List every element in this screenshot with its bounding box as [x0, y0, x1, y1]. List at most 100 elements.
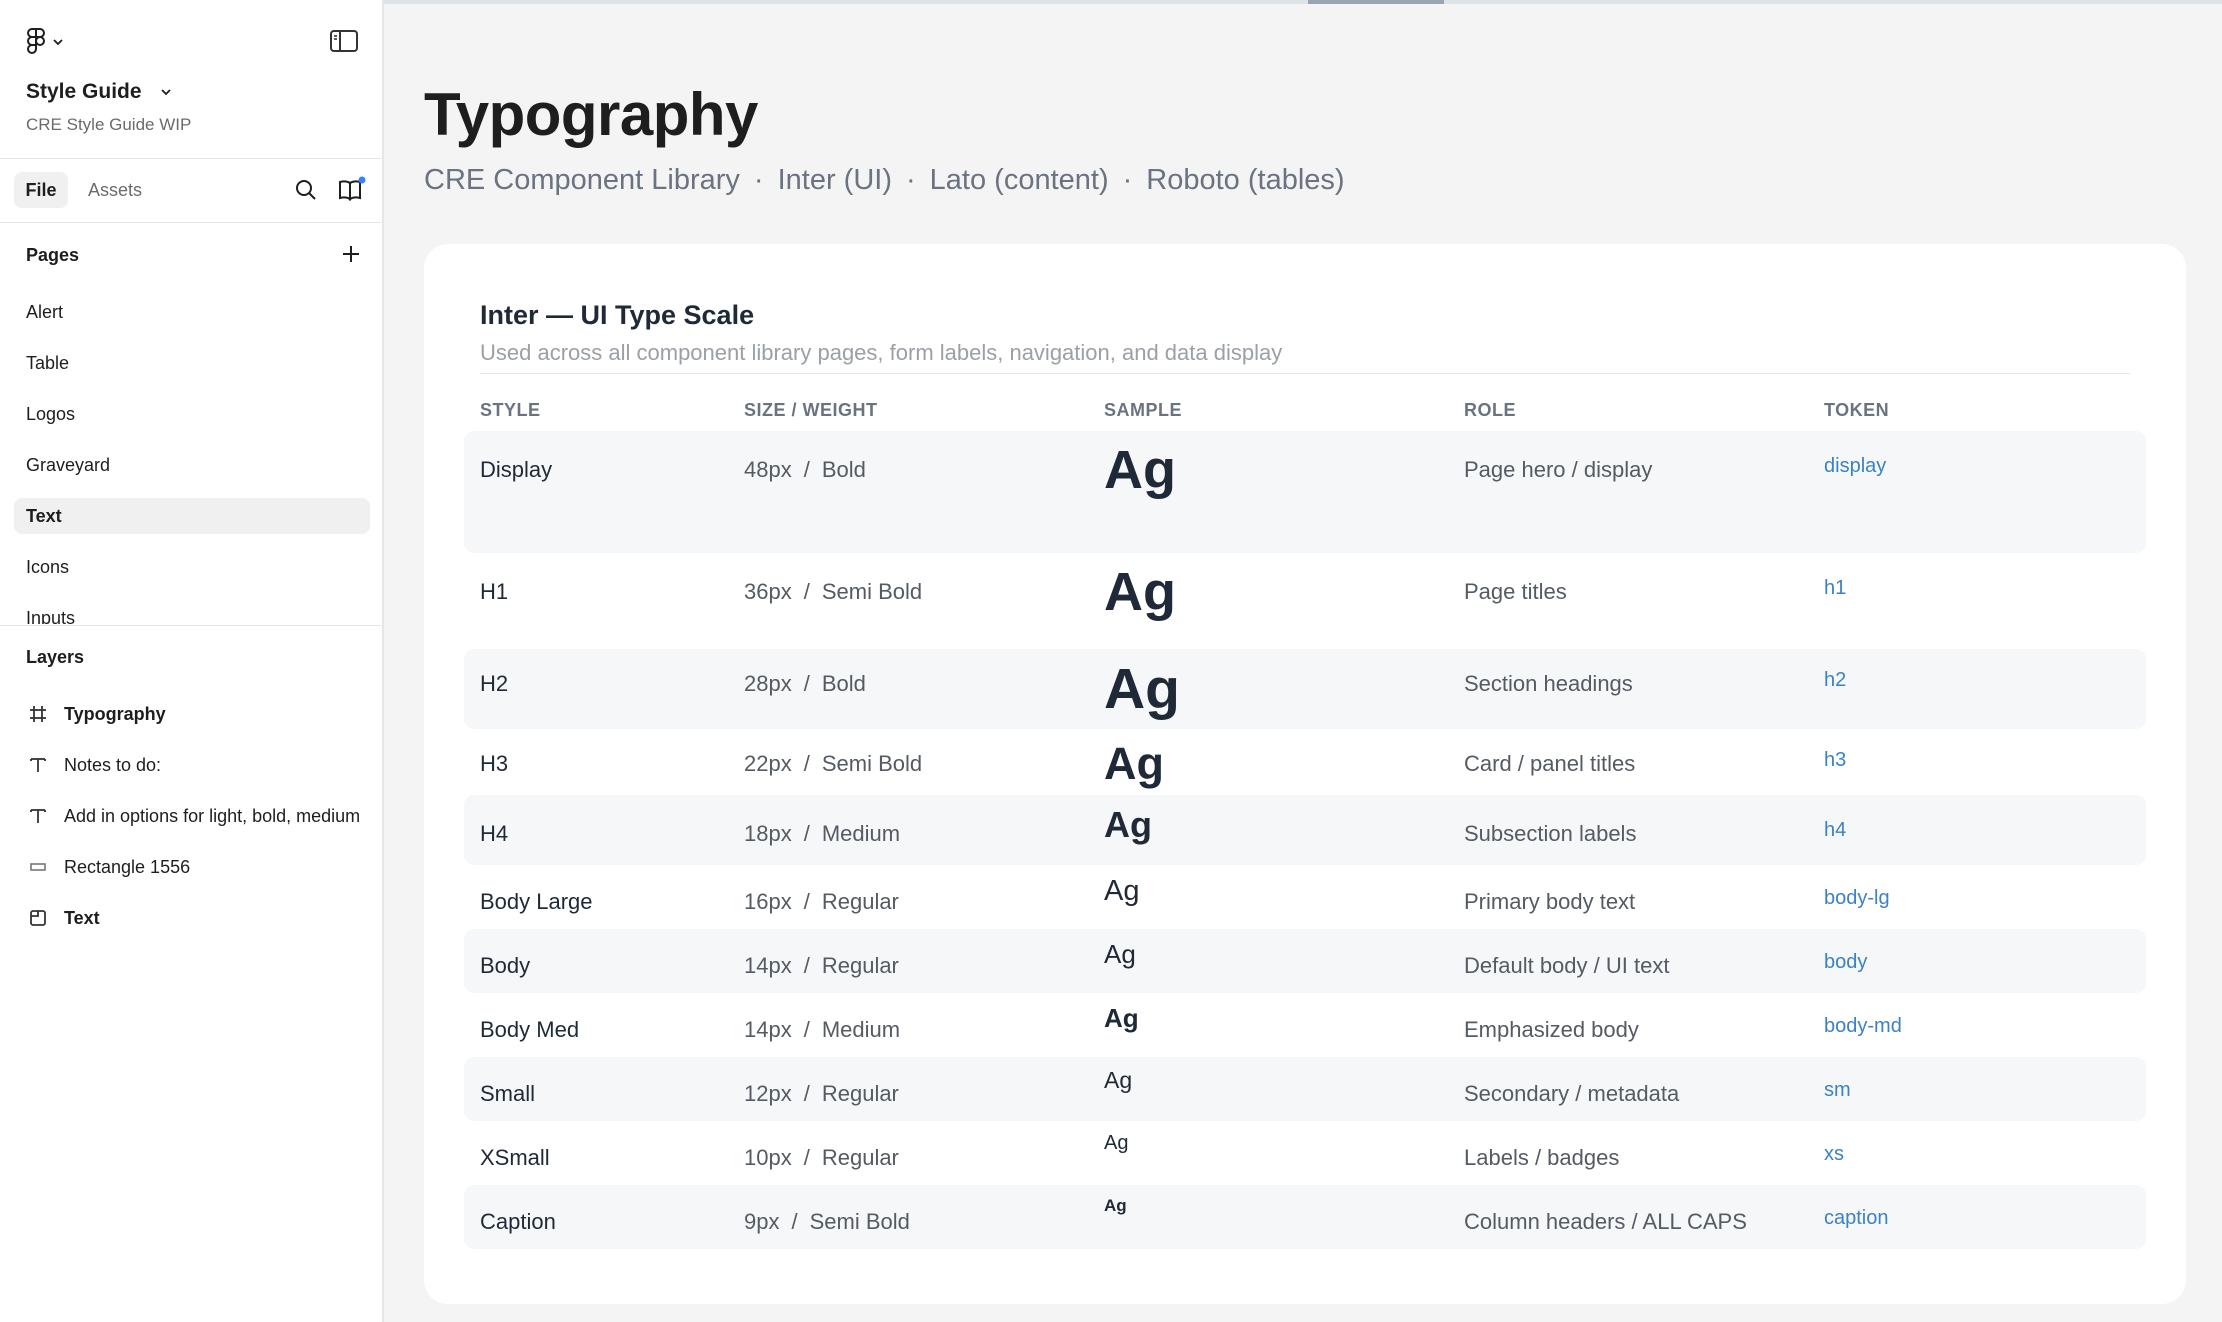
weight-value: Regular	[821, 889, 899, 914]
role-text: Page titles	[1464, 579, 1567, 604]
table-row: H2 28px / Bold Ag Section headings h2	[464, 649, 2146, 729]
page-item-inputs[interactable]: Inputs	[14, 600, 370, 625]
size-value: 9px	[744, 1209, 780, 1234]
role-text: Subsection labels	[1464, 821, 1637, 846]
toggle-sidebar-button[interactable]	[330, 30, 358, 52]
project-name: CRE Style Guide WIP	[26, 115, 192, 134]
type-sample: Ag	[1104, 1067, 1133, 1093]
page-item-graveyard[interactable]: Graveyard	[14, 447, 370, 483]
token-link[interactable]: display	[1824, 455, 1886, 478]
subtitle-part: Roboto (tables)	[1146, 164, 1345, 196]
size-weight: 9px / Semi Bold	[744, 1209, 910, 1235]
page-list: Alert Table Logos Graveyard Text Icons Inputs	[14, 294, 370, 624]
table-row: H4 18px / Medium Ag Subsection labels h4	[464, 795, 2146, 865]
size-weight: 10px / Regular	[744, 1145, 899, 1171]
type-sample: Ag	[1104, 939, 1136, 969]
type-sample: Ag	[1104, 440, 1176, 500]
size-value: 16px	[744, 889, 792, 914]
style-name: Body Med	[480, 1017, 580, 1042]
page-item-text[interactable]: Text	[14, 498, 370, 534]
page-title: Typography	[424, 81, 758, 148]
layer-label: Text	[64, 907, 100, 928]
token-link[interactable]: sm	[1824, 1079, 1851, 1102]
figma-logo-icon	[27, 28, 45, 54]
page-item-logos[interactable]: Logos	[14, 396, 370, 432]
main-menu-button[interactable]	[26, 28, 64, 56]
subtitle-part: Inter (UI)	[777, 164, 892, 196]
role-text: Section headings	[1464, 671, 1633, 696]
page-item-alert[interactable]: Alert	[14, 294, 370, 330]
layer-item[interactable]: Text	[26, 900, 382, 936]
size-weight: 18px / Medium	[744, 821, 900, 847]
layer-item[interactable]: Rectangle 1556	[26, 849, 382, 885]
weight-value: Semi Bold	[809, 1209, 910, 1234]
role-text: Page hero / display	[1464, 457, 1653, 482]
token-link[interactable]: body-md	[1824, 1015, 1902, 1038]
size-value: 22px	[744, 751, 792, 776]
role-text: Secondary / metadata	[1464, 1081, 1680, 1106]
size-weight: 36px / Semi Bold	[744, 579, 922, 605]
page-item-table[interactable]: Table	[14, 345, 370, 381]
card-title: Inter — UI Type Scale	[480, 300, 755, 330]
size-separator: /	[803, 1081, 810, 1106]
size-separator: /	[803, 751, 810, 776]
token-link[interactable]: body-lg	[1824, 887, 1890, 910]
text-icon	[26, 753, 50, 777]
add-page-button[interactable]	[340, 243, 362, 265]
divider	[0, 158, 384, 159]
size-value: 10px	[744, 1145, 792, 1170]
token-link[interactable]: body	[1824, 951, 1867, 974]
token-link[interactable]: xs	[1824, 1143, 1844, 1166]
page-item-icons[interactable]: Icons	[14, 549, 370, 585]
divider	[0, 222, 384, 223]
subtitle-separator: ·	[753, 164, 764, 196]
role-text: Emphasized body	[1464, 1017, 1639, 1042]
weight-value: Regular	[821, 1145, 899, 1170]
size-separator: /	[803, 671, 810, 696]
size-value: 18px	[744, 821, 792, 846]
chevron-down-icon	[160, 89, 171, 96]
token-link[interactable]: h2	[1824, 669, 1846, 692]
type-sample: Ag	[1104, 875, 1140, 907]
column-header-style: STYLE	[480, 400, 541, 420]
type-sample: Ag	[1104, 1196, 1127, 1215]
token-link[interactable]: h3	[1824, 749, 1846, 772]
layer-item[interactable]: Typography	[26, 696, 382, 732]
chevron-down-icon	[53, 39, 63, 46]
type-sample: Ag	[1104, 804, 1152, 845]
table-row: XSmall 10px / Regular Ag Labels / badges xs	[464, 1121, 2146, 1185]
plus-icon	[343, 246, 359, 262]
table-header: STYLE SIZE / WEIGHT SAMPLE ROLE TOKEN	[480, 400, 2160, 430]
token-link[interactable]: h4	[1824, 819, 1846, 842]
style-name: H3	[480, 751, 509, 776]
layer-label: Rectangle 1556	[64, 856, 191, 877]
size-weight: 14px / Medium	[744, 1017, 900, 1043]
table-row: Small 12px / Regular Ag Secondary / metadata s…	[464, 1057, 2146, 1121]
token-link[interactable]: h1	[1824, 577, 1846, 600]
size-separator: /	[803, 579, 810, 604]
weight-value: Semi Bold	[821, 579, 923, 604]
search-button[interactable]	[294, 178, 318, 202]
layer-item[interactable]: Add in options for light, bold, medium	[26, 798, 382, 834]
notification-dot	[358, 176, 366, 184]
tab-assets[interactable]: Assets	[88, 172, 142, 208]
layer-label: Typography	[64, 703, 166, 724]
column-header-sample: SAMPLE	[1104, 400, 1183, 420]
text-icon	[26, 804, 50, 828]
book-icon	[339, 176, 366, 201]
token-link[interactable]: caption	[1824, 1207, 1889, 1230]
file-name-dropdown[interactable]: Style Guide	[26, 80, 172, 104]
layer-label: Add in options for light, bold, medium	[64, 805, 361, 826]
library-button[interactable]	[338, 176, 366, 202]
type-scale-table: Display 48px / Bold Ag Page hero / display dis…	[464, 431, 2146, 1249]
subtitle-separator: ·	[906, 164, 916, 196]
layer-item[interactable]: Notes to do:	[26, 747, 382, 783]
column-header-size: SIZE / WEIGHT	[744, 400, 878, 420]
table-row: Body 14px / Regular Ag Default body / UI text…	[464, 929, 2146, 993]
file-title: Style Guide	[26, 80, 142, 103]
section-icon	[26, 906, 50, 930]
tab-file[interactable]: File	[14, 172, 68, 208]
style-name: Small	[480, 1081, 536, 1106]
style-name: Body Large	[480, 889, 593, 914]
weight-value: Bold	[821, 457, 866, 482]
